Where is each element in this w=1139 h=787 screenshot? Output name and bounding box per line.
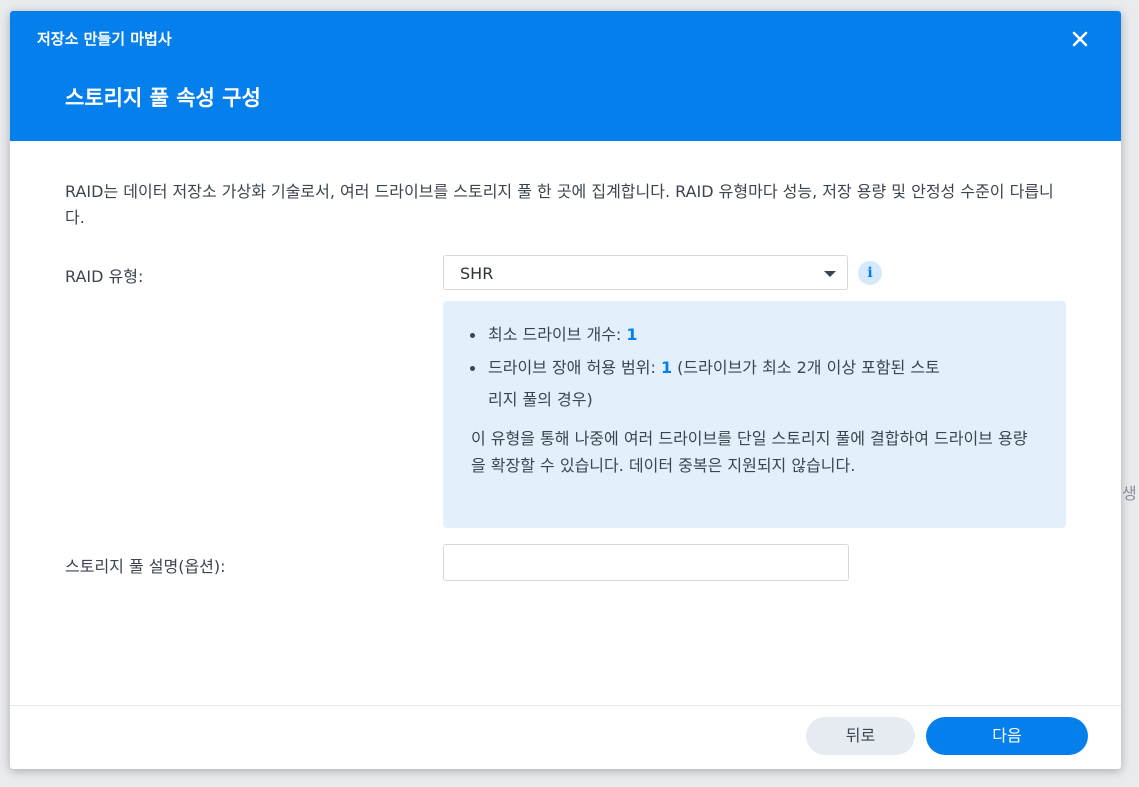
bullet-icon	[470, 333, 475, 338]
fault-tolerance-note-line2: 리지 풀의 경우)	[488, 390, 593, 409]
back-button[interactable]: 뒤로	[806, 717, 915, 755]
fault-tolerance-value: 1	[660, 358, 673, 377]
raid-description: RAID는 데이터 저장소 가상화 기술로서, 여러 드라이브를 스토리지 풀 …	[65, 182, 1054, 227]
min-drives-label: 최소 드라이브 개수:	[488, 325, 627, 344]
close-icon[interactable]	[1068, 27, 1092, 51]
bullet-icon	[470, 366, 475, 371]
raid-type-select[interactable]: SHR	[443, 255, 848, 290]
chevron-down-icon	[824, 271, 836, 277]
raid-type-explanation: 이 유형을 통해 나중에 여러 드라이브를 단일 스토리지 풀에 결합하여 드라…	[471, 429, 1028, 475]
next-button[interactable]: 다음	[926, 717, 1088, 755]
raid-type-label: RAID 유형:	[65, 267, 144, 286]
footer-divider	[10, 705, 1121, 706]
fault-tolerance-item: 드라이브 장애 허용 범위: 1 (드라이브가 최소 2개 이상 포함된 스토	[488, 352, 1048, 384]
background-edge-text: 생	[1122, 484, 1137, 503]
pool-description-label: 스토리지 풀 설명(옵션):	[65, 557, 226, 576]
pool-description-input[interactable]	[443, 544, 849, 581]
raid-type-selected-value: SHR	[460, 264, 494, 283]
fault-tolerance-label: 드라이브 장애 허용 범위:	[488, 358, 661, 377]
fault-tolerance-note-line1: (드라이브가 최소 2개 이상 포함된 스토	[672, 358, 940, 377]
info-icon[interactable]: i	[858, 261, 882, 285]
raid-info-box: 최소 드라이브 개수: 1 드라이브 장애 허용 범위: 1 (드라이브가 최소…	[443, 301, 1066, 528]
min-drives-value: 1	[626, 325, 638, 344]
create-storage-wizard-dialog: 저장소 만들기 마법사 스토리지 풀 속성 구성 RAID는 데이터 저장소 가…	[10, 11, 1121, 769]
wizard-title: 저장소 만들기 마법사	[37, 30, 172, 48]
min-drives-item: 최소 드라이브 개수: 1	[488, 319, 638, 351]
step-title: 스토리지 풀 속성 구성	[65, 86, 261, 110]
dialog-header: 저장소 만들기 마법사 스토리지 풀 속성 구성	[10, 11, 1121, 141]
